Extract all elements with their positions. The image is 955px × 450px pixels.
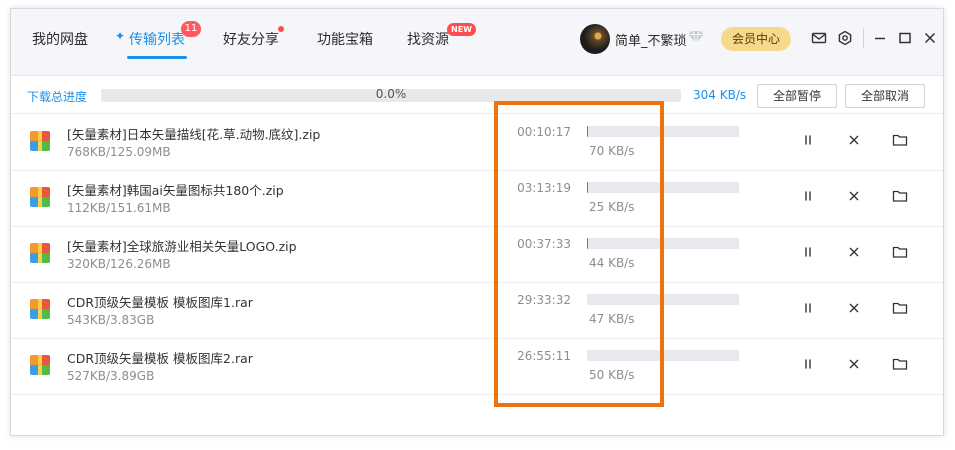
archive-file-icon — [30, 299, 50, 319]
tab-friend-share[interactable]: 好友分享 — [223, 29, 279, 49]
file-name: [矢量素材]日本矢量描线[花.草.动物.底纹].zip — [67, 127, 321, 142]
top-navigation-bar: 我的网盘 ✦ 传输列表 11 好友分享 功能宝箱 找资源 NEW 简单_不繁琐 … — [11, 9, 943, 76]
username[interactable]: 简单_不繁琐 — [615, 30, 687, 49]
cancel-icon[interactable] — [846, 356, 862, 372]
close-icon[interactable] — [922, 30, 938, 46]
avatar[interactable] — [580, 24, 610, 54]
diamond-icon[interactable] — [688, 30, 704, 44]
cancel-icon[interactable] — [846, 300, 862, 316]
pause-icon[interactable] — [800, 356, 816, 372]
tab-my-disk[interactable]: 我的网盘 — [32, 29, 88, 49]
file-size: 768KB/125.09MB — [67, 145, 171, 159]
archive-file-icon — [30, 131, 50, 151]
pause-icon[interactable] — [800, 188, 816, 204]
mail-icon[interactable] — [811, 30, 827, 46]
download-row[interactable]: [矢量素材]韩国ai矢量图标共180个.zip 112KB/151.61MB 0… — [11, 170, 943, 227]
tab-transfer-list[interactable]: 传输列表 — [129, 29, 185, 49]
divider — [863, 28, 864, 48]
archive-file-icon — [30, 355, 50, 375]
cancel-icon[interactable] — [846, 188, 862, 204]
sparkle-icon: ✦ — [115, 29, 126, 43]
file-name: CDR顶级矢量模板 模板图库1.rar — [67, 295, 253, 310]
tab-toolbox[interactable]: 功能宝箱 — [317, 29, 373, 49]
download-row[interactable]: CDR顶级矢量模板 模板图库2.rar 527KB/3.89GB 26:55:1… — [11, 338, 943, 395]
new-badge: NEW — [447, 23, 476, 36]
folder-icon[interactable] — [892, 188, 908, 204]
total-progress-label: 下载总进度 — [27, 90, 88, 104]
download-row[interactable]: [矢量素材]日本矢量描线[花.草.动物.底纹].zip 768KB/125.09… — [11, 114, 943, 171]
folder-icon[interactable] — [892, 300, 908, 316]
archive-file-icon — [30, 243, 50, 263]
pause-icon[interactable] — [800, 244, 816, 260]
cancel-icon[interactable] — [846, 244, 862, 260]
notification-dot — [278, 26, 284, 32]
total-progress-row: 下载总进度 0.0% 304 KB/s 全部暂停 全部取消 — [11, 81, 943, 114]
total-progress-percent: 0.0% — [375, 89, 407, 101]
highlight-box — [494, 101, 664, 407]
pause-all-button[interactable]: 全部暂停 — [757, 84, 837, 108]
pause-icon[interactable] — [800, 132, 816, 148]
active-tab-indicator — [127, 56, 187, 59]
file-name: [矢量素材]全球旅游业相关矢量LOGO.zip — [67, 239, 297, 254]
total-speed: 304 KB/s — [693, 88, 747, 102]
cancel-icon[interactable] — [846, 132, 862, 148]
cancel-all-button[interactable]: 全部取消 — [845, 84, 925, 108]
minimize-icon[interactable] — [872, 30, 888, 46]
transfer-count-badge: 11 — [181, 21, 201, 37]
vip-center-button[interactable]: 会员中心 — [721, 27, 791, 51]
folder-icon[interactable] — [892, 244, 908, 260]
file-size: 112KB/151.61MB — [67, 201, 171, 215]
archive-file-icon — [30, 187, 50, 207]
maximize-icon[interactable] — [897, 30, 913, 46]
tab-find-resources[interactable]: 找资源 — [407, 29, 449, 49]
folder-icon[interactable] — [892, 132, 908, 148]
file-size: 527KB/3.89GB — [67, 369, 155, 383]
folder-icon[interactable] — [892, 356, 908, 372]
settings-icon[interactable] — [837, 30, 853, 46]
file-name: CDR顶级矢量模板 模板图库2.rar — [67, 351, 253, 366]
file-size: 320KB/126.26MB — [67, 257, 171, 271]
file-name: [矢量素材]韩国ai矢量图标共180个.zip — [67, 183, 284, 198]
download-row[interactable]: [矢量素材]全球旅游业相关矢量LOGO.zip 320KB/126.26MB 0… — [11, 226, 943, 283]
file-size: 543KB/3.83GB — [67, 313, 155, 327]
download-row[interactable]: CDR顶级矢量模板 模板图库1.rar 543KB/3.83GB 29:33:3… — [11, 282, 943, 339]
pause-icon[interactable] — [800, 300, 816, 316]
app-window: 我的网盘 ✦ 传输列表 11 好友分享 功能宝箱 找资源 NEW 简单_不繁琐 … — [10, 8, 944, 436]
